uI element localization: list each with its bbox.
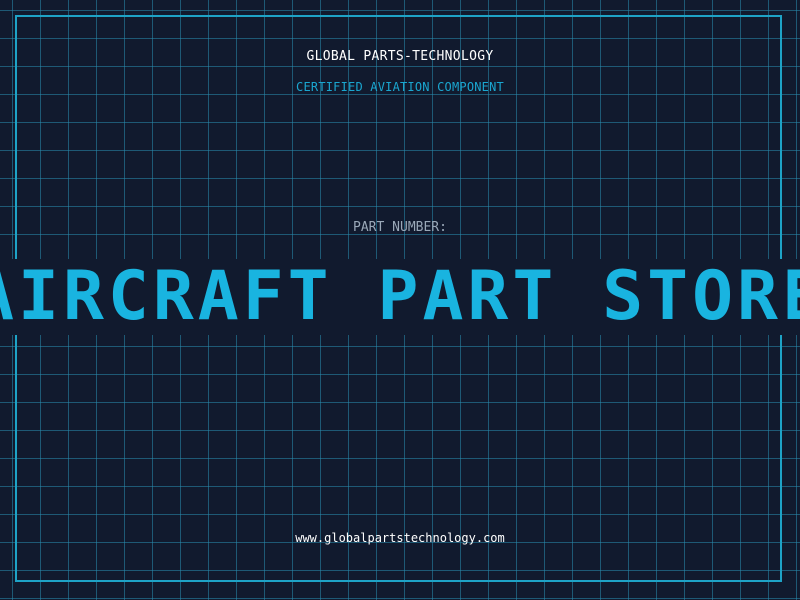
website-link[interactable]: www.globalpartstechnology.com [0,531,800,545]
part-number-band: AIRCRAFT PART STORE [0,259,800,335]
grid-background: GLOBAL PARTS-TECHNOLOGY CERTIFIED AVIATI… [0,0,800,600]
brand-title: GLOBAL PARTS-TECHNOLOGY [306,49,494,64]
part-number-value: AIRCRAFT PART STORE [0,259,800,335]
certification-subtitle: CERTIFIED AVIATION COMPONENT [296,80,504,94]
part-number-label: PART NUMBER: [353,220,447,235]
